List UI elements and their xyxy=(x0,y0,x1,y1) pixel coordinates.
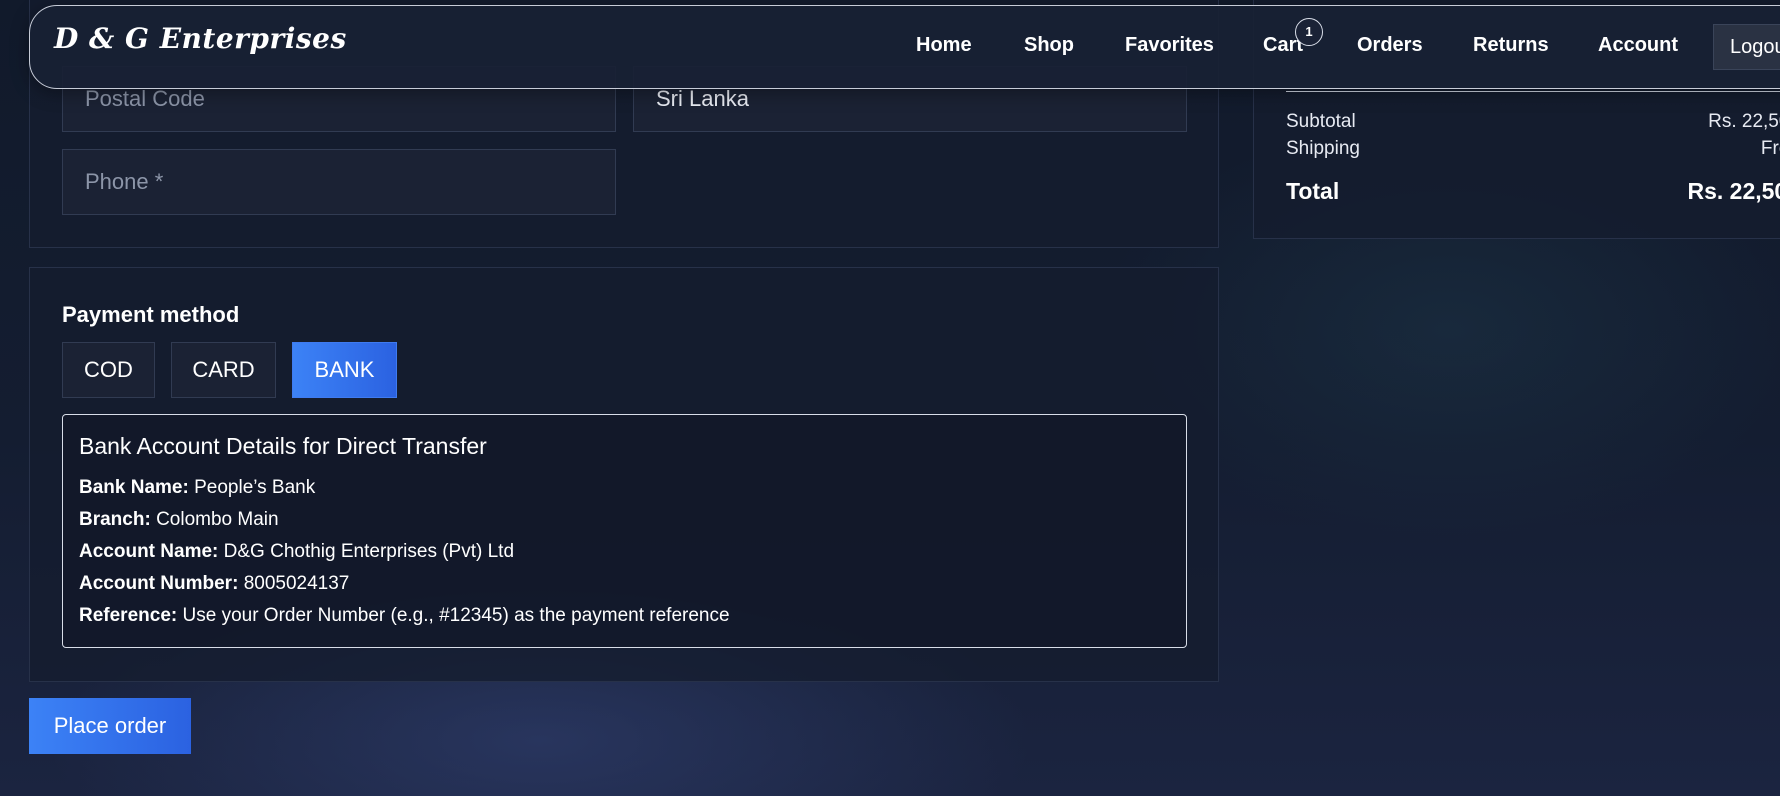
branch-line: Branch: Colombo Main xyxy=(79,509,279,531)
payment-cod-button[interactable]: COD xyxy=(62,342,155,398)
payment-bank-button[interactable]: BANK xyxy=(292,342,397,398)
account-number-label: Account Number: xyxy=(79,573,239,594)
bank-details-heading: Bank Account Details for Direct Transfer xyxy=(79,433,487,459)
total-label: Total xyxy=(1286,177,1340,204)
nav-orders-link[interactable]: Orders xyxy=(1357,34,1423,57)
payment-method-title: Payment method xyxy=(62,302,240,327)
subtotal-row: Subtotal Rs. 22,500 xyxy=(1286,109,1780,135)
place-order-button[interactable]: Place order xyxy=(29,698,191,754)
nav-home-link[interactable]: Home xyxy=(916,34,972,57)
summary-divider xyxy=(1286,91,1780,92)
reference-label: Reference: xyxy=(79,605,178,626)
nav-favorites-link[interactable]: Favorites xyxy=(1125,34,1214,57)
total-row: Total Rs. 22,500 xyxy=(1286,176,1780,206)
bank-name-value: People’s Bank xyxy=(194,477,316,498)
branch-label: Branch: xyxy=(79,509,151,530)
shipping-value: Free xyxy=(1760,138,1780,159)
shipping-row: Shipping Free xyxy=(1286,136,1780,162)
bank-name-label: Bank Name: xyxy=(79,477,189,498)
branch-value: Colombo Main xyxy=(156,509,279,530)
reference-line: Reference: Use your Order Number (e.g., … xyxy=(79,605,730,627)
phone-input[interactable]: Phone * xyxy=(62,149,616,215)
payment-card-button[interactable]: CARD xyxy=(171,342,276,398)
bank-name-line: Bank Name: People’s Bank xyxy=(79,477,315,499)
subtotal-value: Rs. 22,500 xyxy=(1708,111,1780,132)
total-value: Rs. 22,500 xyxy=(1687,177,1780,204)
account-number-line: Account Number: 8005024137 xyxy=(79,573,349,595)
brand-logo[interactable]: D & G Enterprises xyxy=(54,22,347,55)
nav-account-link[interactable]: Account xyxy=(1598,34,1678,57)
shipping-label: Shipping xyxy=(1286,138,1360,159)
account-name-value: D&G Chothig Enterprises (Pvt) Ltd xyxy=(223,541,515,562)
logout-button[interactable]: Logout xyxy=(1713,24,1780,70)
nav-shop-link[interactable]: Shop xyxy=(1024,34,1074,57)
account-name-label: Account Name: xyxy=(79,541,219,562)
reference-value: Use your Order Number (e.g., #12345) as … xyxy=(182,605,730,626)
account-name-line: Account Name: D&G Chothig Enterprises (P… xyxy=(79,541,514,563)
subtotal-label: Subtotal xyxy=(1286,111,1356,132)
account-number-value: 8005024137 xyxy=(243,573,350,594)
cart-count-badge: 1 xyxy=(1295,18,1323,46)
nav-returns-link[interactable]: Returns xyxy=(1473,34,1549,57)
